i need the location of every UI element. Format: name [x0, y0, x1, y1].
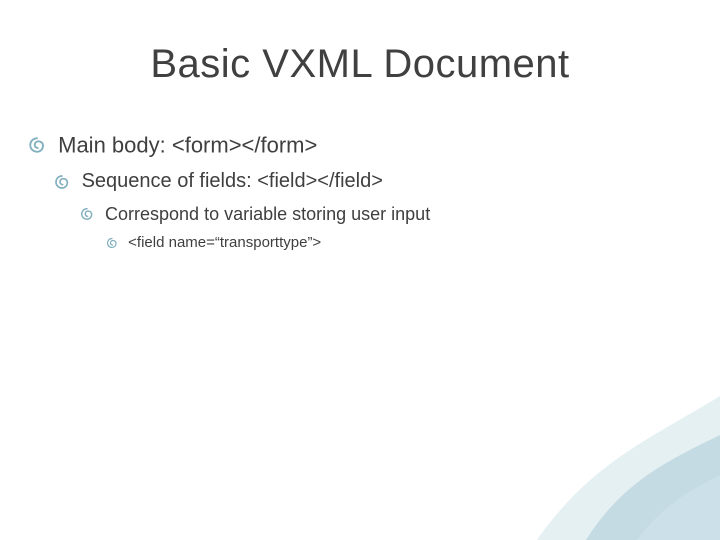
bullet-text: Sequence of fields: <field></field>: [82, 170, 383, 192]
bullet-level-2: Sequence of fields: <field></field>: [54, 169, 692, 194]
swirl-bullet-icon: [106, 237, 118, 249]
bullet-text: <field name=“transporttype”>: [128, 234, 321, 251]
decorative-swoosh-icon: [470, 350, 720, 540]
bullet-level-1: Main body: <form></form>: [28, 130, 692, 159]
bullet-level-4: <field name=“transporttype”>: [106, 234, 692, 253]
slide-body: Main body: <form></form> Sequence of fie…: [28, 130, 692, 261]
swirl-bullet-icon: [80, 207, 94, 221]
bullet-level-3: Correspond to variable storing user inpu…: [80, 202, 692, 226]
bullet-text: Correspond to variable storing user inpu…: [105, 204, 430, 224]
slide: Basic VXML Document Main body: <form></f…: [0, 0, 720, 540]
swirl-bullet-icon: [54, 174, 70, 190]
swirl-bullet-icon: [28, 136, 46, 154]
bullet-text: Main body: <form></form>: [58, 132, 317, 157]
slide-title: Basic VXML Document: [0, 42, 720, 87]
